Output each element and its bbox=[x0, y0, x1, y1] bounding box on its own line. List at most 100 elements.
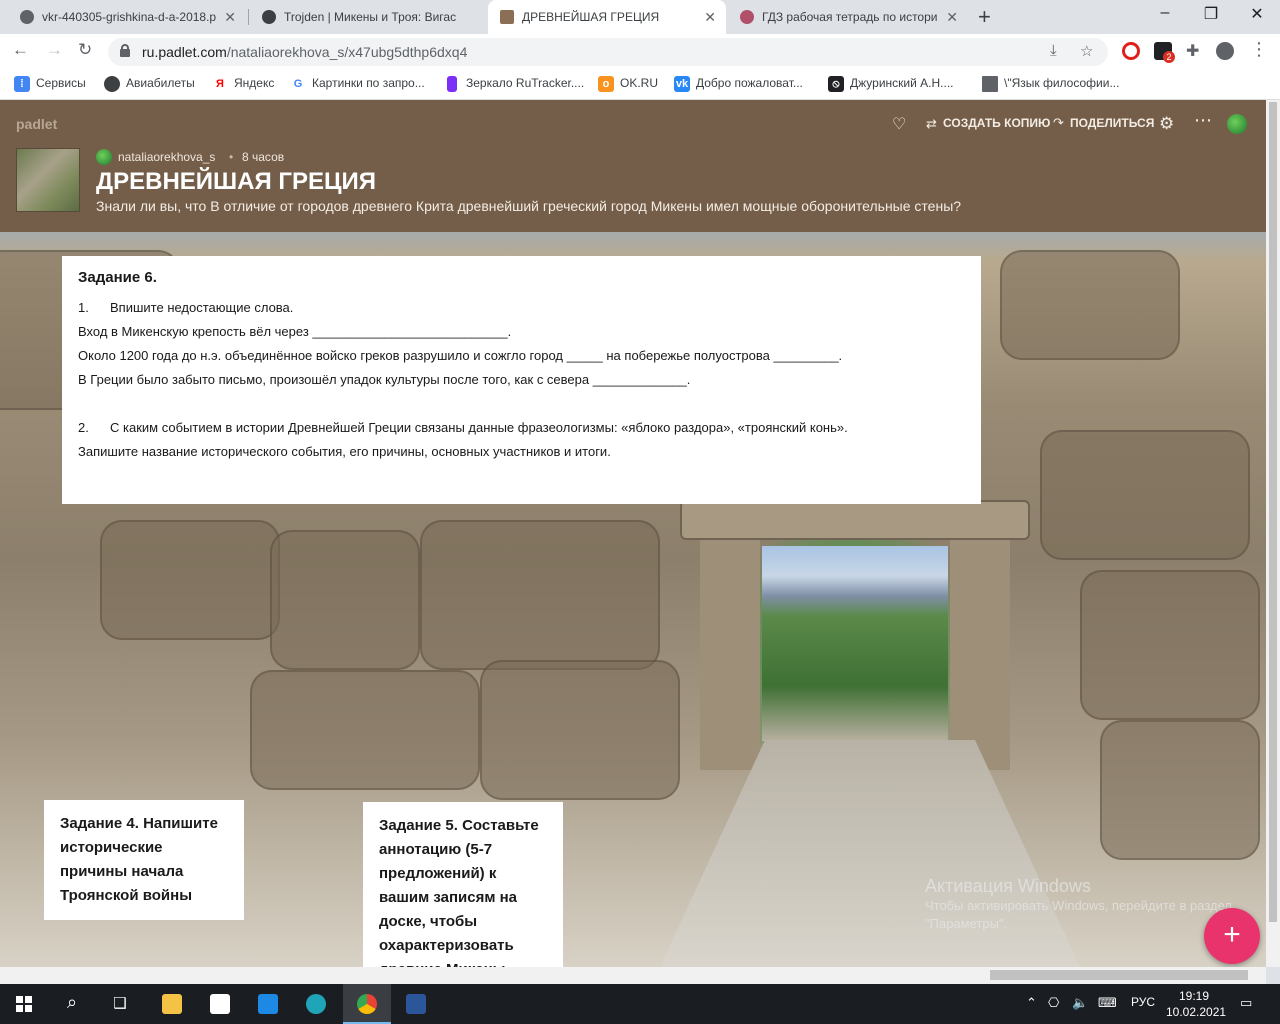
mail-icon bbox=[258, 994, 278, 1014]
post-task-5[interactable]: Задание 5. Составьте аннотацию (5-7 пред… bbox=[363, 802, 563, 967]
create-copy-button[interactable]: СОЗДАТЬ КОПИЮ bbox=[943, 116, 1050, 130]
language-indicator[interactable]: РУС bbox=[1131, 995, 1155, 1009]
profile-avatar-icon[interactable] bbox=[1216, 42, 1234, 60]
user-avatar[interactable] bbox=[1227, 114, 1247, 134]
mail-button[interactable] bbox=[244, 984, 292, 1024]
post-title: Задание 5. Составьте аннотацию (5-7 пред… bbox=[379, 817, 539, 967]
apps-grid-icon: ⁞ bbox=[14, 76, 30, 92]
close-tab-icon[interactable]: ✕ bbox=[224, 0, 236, 34]
vertical-scrollbar[interactable] bbox=[1266, 100, 1280, 967]
bookmark-label: Добро пожаловат... bbox=[696, 76, 803, 90]
horizontal-scrollbar[interactable] bbox=[0, 967, 1266, 984]
close-tab-icon[interactable]: ✕ bbox=[704, 0, 716, 34]
store-bag-icon bbox=[210, 994, 230, 1014]
store-button[interactable] bbox=[196, 984, 244, 1024]
word-button[interactable] bbox=[392, 984, 440, 1024]
ok-icon: о bbox=[598, 76, 614, 92]
wall-stone bbox=[1100, 720, 1260, 860]
nosign-icon: ⦸ bbox=[828, 76, 844, 92]
address-bar[interactable]: ru.padlet.com/nataliaorekhova_s/x47ubg5d… bbox=[108, 38, 1108, 66]
chrome-icon bbox=[357, 994, 377, 1014]
file-explorer-button[interactable] bbox=[148, 984, 196, 1024]
start-button[interactable] bbox=[0, 984, 48, 1024]
gate-pillar-left bbox=[700, 540, 760, 770]
wall-stone bbox=[1040, 430, 1250, 560]
meta-separator: • bbox=[229, 150, 234, 164]
watermark-text: Чтобы активировать Windows, перейдите в … bbox=[925, 898, 1232, 931]
rutracker-icon bbox=[447, 76, 457, 92]
edge-button[interactable] bbox=[292, 984, 340, 1024]
system-clock[interactable]: 19:19 10.02.2021 bbox=[1166, 988, 1226, 1020]
bookmark-rutracker[interactable]: Зеркало RuTracker.... bbox=[444, 76, 584, 92]
bookmark-label: Картинки по запро... bbox=[312, 76, 425, 90]
browser-toolbar: ← → ↻ ru.padlet.com/nataliaorekhova_s/x4… bbox=[0, 34, 1280, 70]
bookmarks-bar: ⁞ Сервисы Авиабилеты Я Яндекс G Картинки по… bbox=[0, 70, 1280, 100]
watermark-title: Активация Windows bbox=[925, 876, 1091, 896]
reload-icon[interactable]: ↻ bbox=[78, 40, 92, 60]
keyboard-icon[interactable]: ⌨ bbox=[1098, 995, 1117, 1011]
forward-arrow-icon[interactable]: → bbox=[46, 40, 63, 60]
minimize-button[interactable]: – bbox=[1142, 4, 1188, 22]
back-arrow-icon[interactable]: ← bbox=[12, 40, 29, 60]
more-options-icon[interactable]: ⋯ bbox=[1194, 110, 1212, 131]
bookmark-vk[interactable]: vk Добро пожаловат... bbox=[674, 76, 803, 92]
new-tab-button[interactable]: + bbox=[978, 4, 991, 30]
add-post-button[interactable]: + bbox=[1204, 908, 1260, 964]
extension-icon[interactable]: 2 bbox=[1154, 42, 1175, 63]
tab-1[interactable]: vkr-440305-grishkina-d-a-2018.p ✕ bbox=[8, 0, 246, 34]
bookmark-ok[interactable]: о OK.RU bbox=[598, 76, 658, 92]
padlet-logo[interactable]: padlet bbox=[16, 116, 57, 132]
padlet-favicon-icon bbox=[500, 10, 514, 24]
install-icon[interactable]: ⤓ bbox=[1050, 42, 1057, 59]
share-button[interactable]: ПОДЕЛИТЬСЯ bbox=[1070, 116, 1154, 130]
volume-icon[interactable]: 🔈 bbox=[1072, 995, 1088, 1011]
chrome-button[interactable] bbox=[343, 984, 391, 1024]
bookmark-star-icon[interactable]: ☆ bbox=[1080, 42, 1093, 60]
updated-time: 8 часов bbox=[242, 150, 285, 164]
scroll-thumb[interactable] bbox=[990, 970, 1248, 980]
scroll-thumb[interactable] bbox=[1269, 102, 1277, 922]
search-button[interactable]: ⌕ bbox=[48, 984, 96, 1024]
bookmark-services[interactable]: ⁞ Сервисы bbox=[14, 76, 86, 92]
tab-4[interactable]: ГДЗ рабочая тетрадь по истори ✕ bbox=[728, 0, 968, 34]
menu-kebab-icon[interactable]: ⋮ bbox=[1250, 39, 1268, 60]
post-line: 1. Впишите недостающие слова. bbox=[78, 296, 965, 320]
task-view-button[interactable]: ❑ bbox=[96, 984, 144, 1024]
padlet-board[interactable]: padlet ♡ ⇄ СОЗДАТЬ КОПИЮ ↷ ПОДЕЛИТЬСЯ ⚙ … bbox=[0, 100, 1266, 967]
gear-icon[interactable]: ⚙ bbox=[1159, 114, 1174, 134]
bookmark-yandex[interactable]: Я Яндекс bbox=[212, 76, 274, 90]
bookmark-images[interactable]: G Картинки по запро... bbox=[290, 76, 425, 90]
bookmark-avia[interactable]: Авиабилеты bbox=[104, 76, 195, 92]
puzzle-icon[interactable]: ✚ bbox=[1186, 41, 1199, 61]
heart-icon[interactable]: ♡ bbox=[892, 114, 906, 134]
doc-icon bbox=[982, 76, 998, 92]
network-icon[interactable]: ⎔ bbox=[1048, 995, 1059, 1011]
author-avatar bbox=[96, 149, 112, 165]
tab-title: Trojden | Микены и Троя: Вигас bbox=[284, 10, 457, 24]
tab-3-active[interactable]: ДРЕВНЕЙШАЯ ГРЕЦИЯ ✕ bbox=[488, 0, 726, 34]
bookmark-dzhurinsky[interactable]: ⦸ Джуринский А.Н.... bbox=[828, 76, 954, 92]
tab-title: ДРЕВНЕЙШАЯ ГРЕЦИЯ bbox=[522, 10, 660, 24]
post-task-4[interactable]: Задание 4. Напишите исторические причины… bbox=[44, 800, 244, 920]
url-text[interactable]: ru.padlet.com/nataliaorekhova_s/x47ubg5d… bbox=[142, 44, 467, 60]
notifications-icon[interactable]: ▭ bbox=[1240, 995, 1252, 1011]
post-task-6[interactable]: Задание 6. 1. Впишите недостающие слова. … bbox=[62, 256, 981, 504]
tab-title: vkr-440305-grishkina-d-a-2018.p bbox=[42, 10, 217, 24]
bookmark-label: Яндекс bbox=[234, 76, 275, 90]
author-name[interactable]: nataliaorekhova_s bbox=[118, 150, 215, 164]
post-line: В Греции было забыто письмо, произошёл у… bbox=[78, 372, 691, 387]
opera-extension-icon[interactable] bbox=[1122, 42, 1140, 60]
chevron-up-icon[interactable]: ⌃ bbox=[1026, 995, 1037, 1011]
tab-2[interactable]: Trojden | Микены и Троя: Вигас bbox=[250, 0, 486, 34]
bookmark-philosophy[interactable]: \"Язык философии... bbox=[982, 76, 1119, 92]
question-text: С каким событием в истории Древнейшей Гр… bbox=[110, 420, 848, 435]
close-window-button[interactable]: ✕ bbox=[1234, 4, 1280, 24]
list-number: 2. bbox=[78, 420, 89, 435]
restore-button[interactable]: ❐ bbox=[1188, 4, 1234, 24]
close-tab-icon[interactable]: ✕ bbox=[946, 0, 958, 34]
gate-landscape-view bbox=[762, 546, 948, 741]
gate-pillar-right bbox=[950, 540, 1010, 770]
wall-stone bbox=[100, 520, 280, 640]
activation-watermark: Активация Windows Чтобы активировать Win… bbox=[925, 876, 1245, 933]
